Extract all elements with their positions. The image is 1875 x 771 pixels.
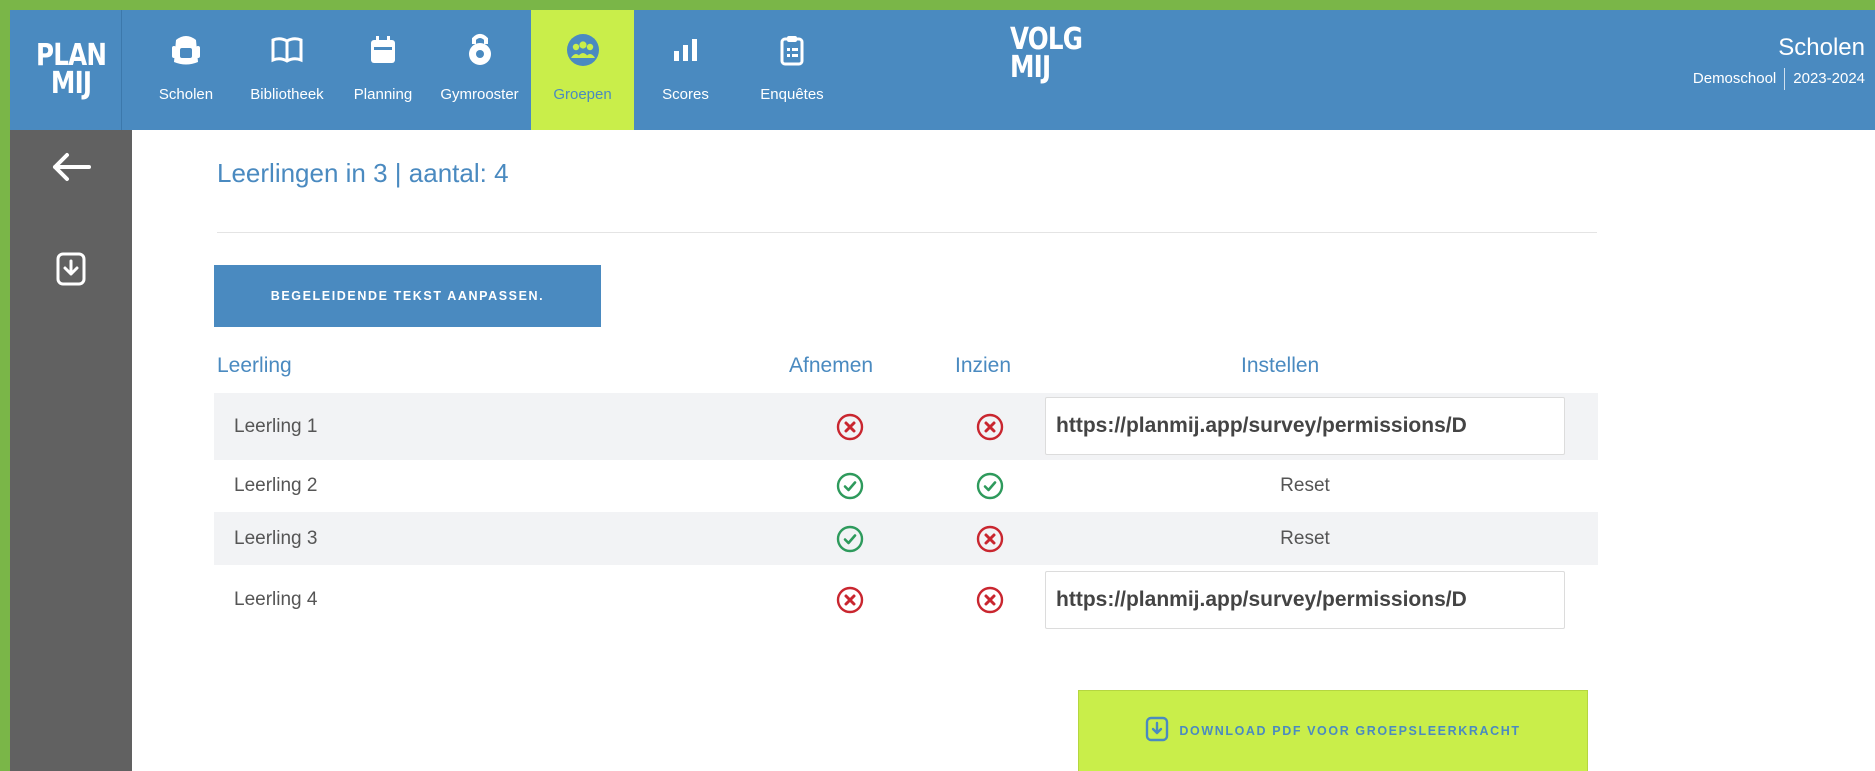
kettlebell-icon — [460, 32, 500, 68]
book-icon — [267, 32, 307, 68]
logo-line-2: MIJ — [50, 66, 92, 101]
arrow-left-icon — [51, 152, 91, 187]
column-header-settings: Instellen — [1241, 354, 1320, 377]
permission-url-field[interactable] — [1045, 397, 1565, 455]
column-header-take: Afnemen — [789, 354, 874, 377]
edit-text-button[interactable]: BEGELEIDENDE TEKST AANPASSEN. — [214, 265, 601, 327]
calendar-icon — [363, 32, 403, 68]
nav-item-bibliotheek[interactable]: Bibliotheek — [237, 10, 337, 130]
nav-label: Enquêtes — [760, 86, 824, 103]
planmij-logo[interactable]: PLAN MIJ — [21, 10, 122, 130]
column-header-view: Inzien — [955, 354, 1012, 377]
top-navigation-bar: PLAN MIJ Scholen Bibliotheek Planning Gy… — [10, 10, 1875, 130]
nav-item-groepen[interactable]: Groepen — [531, 10, 634, 130]
column-header-student: Leerling — [217, 354, 292, 377]
page-title: Leerlingen in 3 | aantal: 4 — [217, 158, 509, 188]
logo-line-2: MIJ — [1010, 50, 1051, 85]
x-circle-icon — [832, 393, 868, 460]
nav-item-scholen[interactable]: Scholen — [135, 10, 237, 130]
download-pdf-button[interactable]: DOWNLOAD PDF VOOR GROEPSLEERKRACHT — [1078, 690, 1588, 771]
nav-item-enquetes[interactable]: Enquêtes — [737, 10, 847, 130]
table-row: Leerling 4 — [214, 565, 1598, 635]
sidebar — [10, 130, 132, 771]
nav-item-scores[interactable]: Scores — [634, 10, 737, 130]
school-title[interactable]: Scholen — [1693, 34, 1865, 62]
student-name: Leerling 2 — [234, 475, 318, 496]
bar-chart-icon — [666, 32, 706, 68]
check-circle-icon — [832, 512, 868, 565]
permission-url-field[interactable] — [1045, 571, 1565, 629]
nav-label: Planning — [353, 86, 413, 103]
backpack-icon — [166, 32, 206, 68]
student-name: Leerling 4 — [234, 589, 318, 610]
nav-label: Scores — [662, 86, 709, 103]
x-circle-icon — [972, 512, 1008, 565]
school-info: Scholen Demoschool 2023-2024 — [1693, 34, 1865, 90]
student-name: Leerling 1 — [234, 415, 318, 437]
table-row: Leerling 2 Reset — [214, 460, 1598, 512]
school-name[interactable]: Demoschool — [1693, 70, 1776, 87]
reset-link[interactable]: Reset — [1045, 460, 1565, 512]
check-circle-icon — [972, 460, 1008, 512]
nav-label: Scholen — [158, 86, 214, 103]
student-name: Leerling 3 — [234, 527, 318, 549]
table-row: Leerling 1 — [214, 393, 1598, 460]
reset-link[interactable]: Reset — [1045, 512, 1565, 565]
download-pdf-label: DOWNLOAD PDF VOOR GROEPSLEERKRACHT — [1179, 724, 1521, 738]
nav-item-planning[interactable]: Planning — [337, 10, 429, 130]
group-icon — [563, 32, 603, 68]
nav-label: Gymrooster — [440, 86, 519, 103]
table-row: Leerling 3 Reset — [214, 512, 1598, 565]
file-download-icon — [56, 252, 86, 291]
check-circle-icon — [832, 460, 868, 512]
school-year[interactable]: 2023-2024 — [1793, 70, 1865, 87]
nav-label: Bibliotheek — [250, 86, 324, 103]
download-file-button[interactable] — [50, 250, 92, 292]
volgmij-logo[interactable]: VOLG MIJ — [1010, 25, 1083, 85]
back-button[interactable] — [50, 148, 92, 190]
x-circle-icon — [832, 565, 868, 635]
divider — [1784, 68, 1786, 90]
clipboard-icon — [772, 32, 812, 68]
title-divider — [217, 232, 1597, 233]
nav-label: Groepen — [553, 86, 612, 103]
app-frame: PLAN MIJ Scholen Bibliotheek Planning Gy… — [10, 10, 1875, 771]
x-circle-icon — [972, 393, 1008, 460]
file-download-icon — [1145, 716, 1169, 747]
x-circle-icon — [972, 565, 1008, 635]
nav-item-gymrooster[interactable]: Gymrooster — [429, 10, 530, 130]
